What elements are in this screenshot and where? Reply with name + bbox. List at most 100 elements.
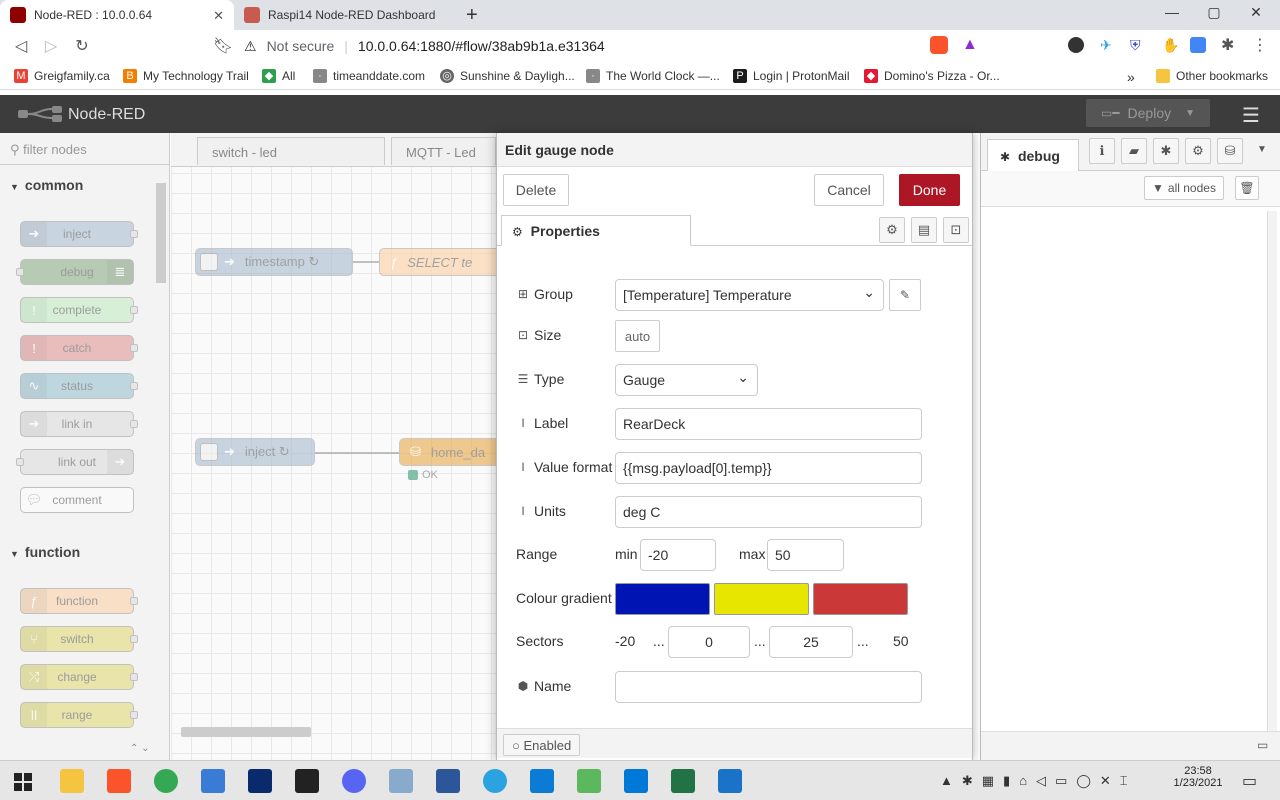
clock[interactable]: 23:58 1/23/2021 bbox=[1168, 765, 1228, 789]
filter-nodes-input[interactable]: ⚲ filter nodes bbox=[0, 133, 170, 165]
bookmark-item[interactable]: B My Technology Trail bbox=[123, 69, 249, 83]
minimize-icon[interactable]: — bbox=[1157, 4, 1187, 20]
flow-workspace[interactable]: switch - led MQTT - Led ➜ timestamp ↻ ƒ … bbox=[171, 133, 496, 760]
bookmark-item[interactable]: M Greigfamily.ca bbox=[14, 69, 110, 83]
flow-node-home-database[interactable]: ⛁ home_da bbox=[399, 438, 496, 466]
brave-shield-icon[interactable] bbox=[930, 36, 948, 54]
category-common[interactable]: ▼ common bbox=[10, 177, 83, 193]
remote-desktop-icon[interactable] bbox=[201, 769, 225, 793]
bookmark-item[interactable]: · timeanddate.com bbox=[313, 69, 425, 83]
photos-icon[interactable] bbox=[718, 769, 742, 793]
app-icon[interactable] bbox=[436, 769, 460, 793]
close-window-icon[interactable]: ✕ bbox=[1241, 4, 1271, 21]
brave-rewards-icon[interactable]: ▲ bbox=[962, 36, 978, 54]
close-tab-icon[interactable]: ✕ bbox=[213, 8, 224, 24]
group-select[interactable]: [Temperature] Temperature bbox=[615, 279, 884, 311]
filter-nodes-button[interactable]: ▼ all nodes bbox=[1144, 176, 1224, 200]
extension-icon[interactable]: ✋ bbox=[1162, 37, 1179, 54]
excel-icon[interactable] bbox=[671, 769, 695, 793]
reload-icon[interactable]: ↻ bbox=[71, 36, 93, 56]
brave-browser-icon[interactable] bbox=[107, 769, 131, 793]
new-tab-button[interactable]: + bbox=[466, 4, 478, 27]
maximize-icon[interactable]: ▢ bbox=[1199, 4, 1229, 21]
extension-icon[interactable] bbox=[1068, 37, 1084, 53]
palette-scrollbar[interactable] bbox=[156, 183, 166, 283]
palette-node-switch[interactable]: ⑂ switch bbox=[20, 626, 138, 652]
notification-icon[interactable]: ▭ bbox=[1242, 771, 1257, 791]
back-icon[interactable]: ◁ bbox=[10, 36, 32, 56]
size-button[interactable]: auto bbox=[615, 320, 660, 352]
hamburger-icon[interactable]: ☰ bbox=[1242, 103, 1260, 128]
palette-node-status[interactable]: ∿ status bbox=[20, 373, 138, 399]
palette-node-comment[interactable]: 💬︎ comment bbox=[20, 487, 134, 513]
type-select[interactable]: Gauge bbox=[615, 364, 758, 396]
chrome-icon[interactable] bbox=[154, 769, 178, 793]
min-input[interactable]: -20 bbox=[640, 539, 716, 571]
category-function[interactable]: ▼ function bbox=[10, 544, 80, 560]
discord-icon[interactable] bbox=[342, 769, 366, 793]
notepad-icon[interactable] bbox=[389, 769, 413, 793]
browser-tab-node-red[interactable]: Node-RED : 10.0.0.64 ✕ bbox=[0, 0, 234, 30]
units-input[interactable]: deg C bbox=[615, 496, 922, 528]
workspace-tab[interactable]: MQTT - Led bbox=[391, 137, 496, 165]
other-bookmarks[interactable]: Other bookmarks bbox=[1156, 69, 1268, 83]
telegram-icon[interactable] bbox=[483, 769, 507, 793]
delete-button[interactable]: Delete bbox=[503, 174, 569, 206]
config-gear-icon[interactable]: ⚙ bbox=[1185, 138, 1211, 164]
workspace-scrollbar[interactable] bbox=[181, 727, 311, 737]
clear-trash-icon[interactable]: 🗑︎ bbox=[1235, 176, 1259, 200]
label-input[interactable]: RearDeck bbox=[615, 408, 922, 440]
max-input[interactable]: 50 bbox=[767, 539, 844, 571]
flow-node-select[interactable]: ƒ SELECT te bbox=[379, 248, 496, 276]
extension-icon[interactable]: ✈ bbox=[1100, 37, 1112, 54]
inject-button[interactable] bbox=[200, 443, 218, 461]
gradient-color-3[interactable] bbox=[813, 583, 908, 615]
palette-node-link-in[interactable]: ➜ link in bbox=[20, 411, 138, 437]
inject-button[interactable] bbox=[200, 253, 218, 271]
tab-debug[interactable]: ✱ debug bbox=[987, 139, 1079, 171]
palette-node-range[interactable]: ǀǀ range bbox=[20, 702, 138, 728]
app-icon[interactable] bbox=[577, 769, 601, 793]
url-text[interactable]: 10.0.0.64:1880/#flow/38ab9b1a.e31364 bbox=[358, 38, 605, 54]
flow-node-inject[interactable]: ➜ inject ↻ bbox=[195, 438, 315, 466]
context-database-icon[interactable]: ⛁ bbox=[1217, 138, 1243, 164]
cancel-button[interactable]: Cancel bbox=[814, 174, 884, 206]
more-bookmarks-button[interactable]: » bbox=[1127, 69, 1135, 85]
help-book-icon[interactable]: ▰ bbox=[1121, 138, 1147, 164]
enabled-toggle[interactable]: ○ Enabled bbox=[503, 734, 581, 756]
palette-node-complete[interactable]: ! complete bbox=[20, 297, 138, 323]
bookmark-item[interactable]: · The World Clock —... bbox=[586, 69, 720, 83]
caret-down-icon[interactable]: ▼ bbox=[1185, 108, 1195, 119]
bookmark-item[interactable]: ◆ Domino's Pizza - Or... bbox=[864, 69, 1000, 83]
more-menu-icon[interactable]: ⋮ bbox=[1252, 35, 1268, 55]
tab-properties[interactable]: ⚙ Properties bbox=[501, 215, 691, 246]
extension-icon[interactable]: ⛨ bbox=[1130, 37, 1141, 54]
bookmark-item[interactable]: ◆ All bbox=[262, 69, 295, 83]
sector-2-input[interactable]: 25 bbox=[769, 626, 853, 658]
palette-node-function[interactable]: ƒ function bbox=[20, 588, 138, 614]
translate-icon[interactable] bbox=[1190, 37, 1206, 53]
popout-icon[interactable]: ▭ bbox=[1257, 738, 1268, 752]
info-icon[interactable]: ℹ bbox=[1089, 138, 1115, 164]
palette-node-debug[interactable]: debug ≣ bbox=[16, 259, 134, 285]
file-explorer-icon[interactable] bbox=[60, 769, 84, 793]
debug-bug-icon[interactable]: ✱ bbox=[1153, 138, 1179, 164]
forward-icon[interactable]: ▷ bbox=[40, 36, 62, 56]
name-input[interactable] bbox=[615, 671, 922, 703]
debug-scrollbar[interactable] bbox=[1267, 211, 1277, 731]
collapse-all-icon[interactable]: ⌃ ⌄ bbox=[130, 743, 150, 754]
appearance-icon[interactable]: ⊡ bbox=[943, 217, 969, 243]
bookmark-item[interactable]: ◎ Sunshine & Dayligh... bbox=[440, 69, 575, 83]
powershell-icon[interactable] bbox=[248, 769, 272, 793]
extensions-puzzle-icon[interactable]: ✱ bbox=[1221, 35, 1234, 55]
workspace-tab[interactable]: switch - led bbox=[197, 137, 385, 165]
terminal-icon[interactable] bbox=[295, 769, 319, 793]
deploy-button[interactable]: ▭━ Deploy ▼ bbox=[1086, 99, 1210, 127]
palette-node-inject[interactable]: ➜ inject bbox=[20, 221, 138, 247]
edit-group-button[interactable]: ✎ bbox=[889, 279, 921, 311]
value-format-input[interactable]: {{msg.payload[0].temp}} bbox=[615, 452, 922, 484]
palette-node-catch[interactable]: ! catch bbox=[20, 335, 138, 361]
bookmark-item[interactable]: P Login | ProtonMail bbox=[733, 69, 850, 83]
done-button[interactable]: Done bbox=[899, 174, 960, 206]
palette-node-link-out[interactable]: link out ➜ bbox=[16, 449, 134, 475]
